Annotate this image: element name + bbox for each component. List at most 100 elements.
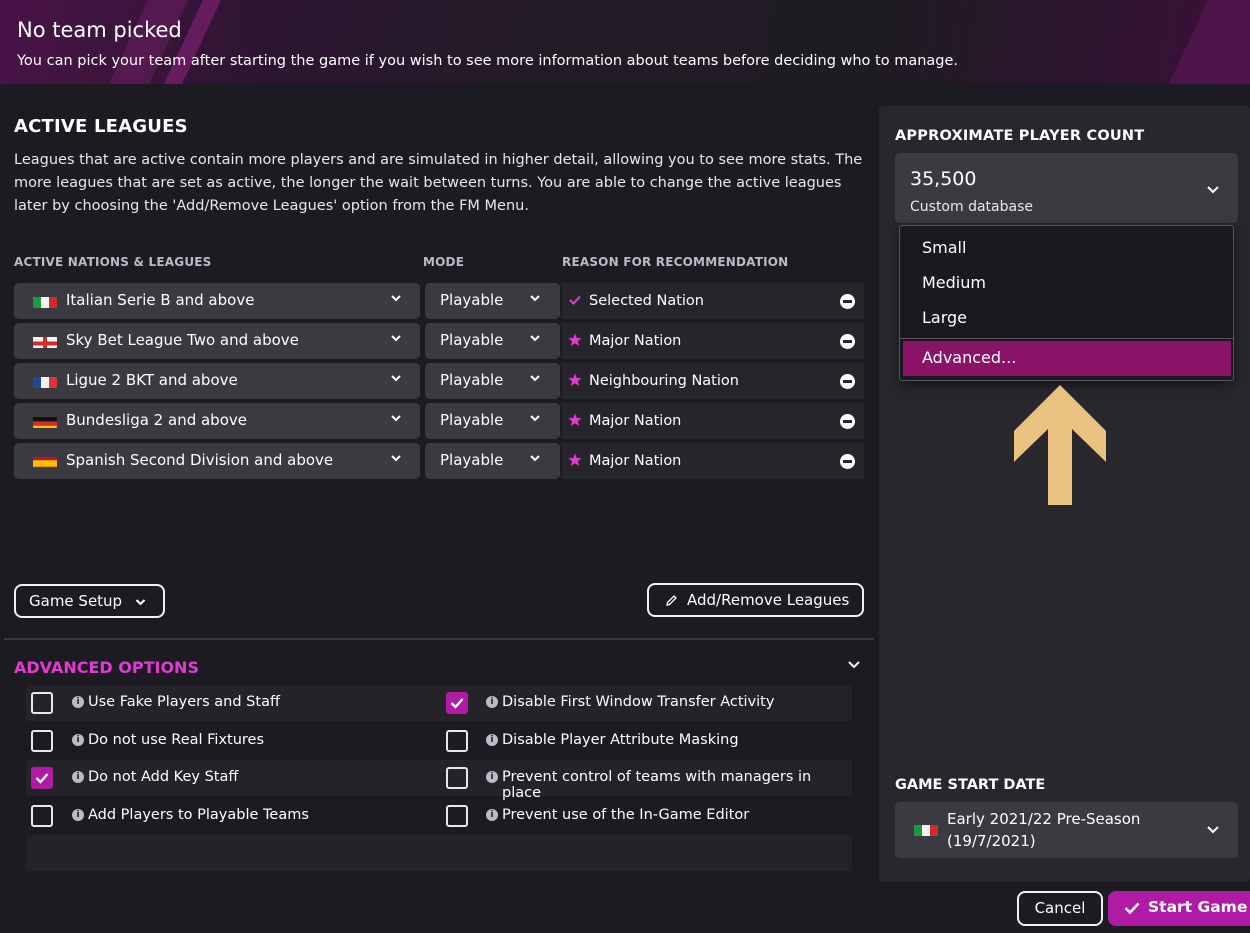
checkmark-icon <box>450 698 464 709</box>
game-start-date-title: GAME START DATE <box>895 777 1046 793</box>
germany-flag-icon <box>33 415 57 428</box>
team-subtitle: You can pick your team after starting th… <box>17 53 959 69</box>
section-divider <box>4 638 874 640</box>
league-name: Sky Bet League Two and above <box>66 331 299 349</box>
league-dropdown[interactable]: Bundesliga 2 and above <box>14 403 420 439</box>
info-icon[interactable]: i <box>72 809 84 821</box>
advanced-options-title: ADVANCED OPTIONS <box>14 658 199 677</box>
star-icon <box>568 373 582 386</box>
menu-item-label: Advanced... <box>922 348 1017 367</box>
fake-players-checkbox[interactable] <box>31 692 53 714</box>
real-fixtures-checkbox[interactable] <box>31 730 53 752</box>
attribute-masking-checkbox[interactable] <box>446 730 468 752</box>
info-icon[interactable]: i <box>486 771 498 783</box>
chevron-down-icon <box>391 295 401 302</box>
game-start-date-line1: Early 2021/22 Pre-Season <box>947 810 1141 828</box>
reason-cell: Major Nation <box>562 443 864 479</box>
league-row: Bundesliga 2 and above Playable Major Na… <box>14 403 864 439</box>
mode-dropdown[interactable]: Playable <box>425 283 560 319</box>
league-dropdown[interactable]: Italian Serie B and above <box>14 283 420 319</box>
in-game-editor-checkbox[interactable] <box>446 805 468 827</box>
reason-text: Major Nation <box>589 333 682 349</box>
option-label: Prevent control of teams with managers i… <box>502 769 812 801</box>
menu-item-medium[interactable]: Medium <box>900 266 1233 301</box>
mode-dropdown[interactable]: Playable <box>425 403 560 439</box>
remove-league-button[interactable] <box>840 334 855 349</box>
info-icon[interactable]: i <box>486 734 498 746</box>
remove-league-button[interactable] <box>840 454 855 469</box>
remove-league-button[interactable] <box>840 294 855 309</box>
league-dropdown[interactable]: Ligue 2 BKT and above <box>14 363 420 399</box>
mode-dropdown[interactable]: Playable <box>425 363 560 399</box>
mode-dropdown[interactable]: Playable <box>425 323 560 359</box>
header-banner: No team picked You can pick your team af… <box>0 0 1250 84</box>
remove-league-button[interactable] <box>840 374 855 389</box>
menu-item-label: Small <box>922 238 967 257</box>
option-row-empty <box>26 835 852 871</box>
column-header-nations: ACTIVE NATIONS & LEAGUES <box>14 255 212 269</box>
mode-label: Playable <box>440 451 504 469</box>
info-icon[interactable]: i <box>72 696 84 708</box>
checkmark-icon <box>35 773 49 784</box>
option-row: i Do not Add Key Staff i Prevent control… <box>26 760 852 801</box>
mode-dropdown[interactable]: Playable <box>425 443 560 479</box>
reason-cell: Neighbouring Nation <box>562 363 864 399</box>
chevron-down-icon <box>530 335 540 342</box>
header-decoration <box>1133 0 1250 84</box>
league-name: Ligue 2 BKT and above <box>66 371 238 389</box>
add-players-checkbox[interactable] <box>31 805 53 827</box>
league-row: Sky Bet League Two and above Playable Ma… <box>14 323 864 359</box>
menu-item-label: Large <box>922 308 968 327</box>
chevron-down-icon[interactable] <box>848 660 860 670</box>
chevron-down-icon <box>530 375 540 382</box>
info-icon[interactable]: i <box>72 771 84 783</box>
italy-flag-icon <box>914 823 938 836</box>
game-start-date-dropdown[interactable]: Early 2021/22 Pre-Season (19/7/2021) <box>895 802 1238 858</box>
chevron-down-icon <box>1207 826 1219 834</box>
start-game-button[interactable]: Start Game <box>1108 891 1250 926</box>
key-staff-checkbox[interactable] <box>31 767 53 789</box>
option-label: Use Fake Players and Staff <box>88 694 280 710</box>
info-icon[interactable]: i <box>72 734 84 746</box>
chevron-down-icon <box>391 415 401 422</box>
remove-league-button[interactable] <box>840 414 855 429</box>
reason-text: Selected Nation <box>589 293 704 309</box>
chevron-down-icon <box>530 295 540 302</box>
star-icon <box>568 333 582 346</box>
reason-cell: Selected Nation <box>562 283 864 319</box>
prevent-control-checkbox[interactable] <box>446 767 468 789</box>
info-icon[interactable]: i <box>486 809 498 821</box>
league-dropdown[interactable]: Spanish Second Division and above <box>14 443 420 479</box>
option-label: Prevent use of the In-Game Editor <box>502 807 750 823</box>
column-header-mode: MODE <box>423 255 465 269</box>
cancel-button[interactable]: Cancel <box>1017 891 1103 926</box>
league-dropdown[interactable]: Sky Bet League Two and above <box>14 323 420 359</box>
menu-item-small[interactable]: Small <box>900 231 1233 266</box>
chevron-down-icon <box>391 375 401 382</box>
menu-item-large[interactable]: Large <box>900 301 1233 336</box>
menu-item-advanced[interactable]: Advanced... <box>903 341 1231 376</box>
game-start-date-line2: (19/7/2021) <box>947 832 1036 850</box>
column-header-reason: REASON FOR RECOMMENDATION <box>562 255 789 269</box>
spain-flag-icon <box>33 455 57 468</box>
add-remove-leagues-label: Add/Remove Leagues <box>687 591 850 609</box>
info-icon[interactable]: i <box>486 696 498 708</box>
league-name: Italian Serie B and above <box>66 291 255 309</box>
pencil-icon <box>666 595 677 606</box>
game-start-date-text: Early 2021/22 Pre-Season (19/7/2021) <box>947 808 1140 852</box>
menu-separator <box>900 338 1233 339</box>
player-count-subtitle: Custom database <box>910 199 1033 215</box>
game-setup-button[interactable]: Game Setup <box>14 584 165 618</box>
menu-item-label: Medium <box>922 273 986 292</box>
chevron-down-icon <box>1207 186 1219 194</box>
england-flag-icon <box>33 335 57 348</box>
chevron-down-icon <box>391 335 401 342</box>
player-count-dropdown[interactable]: 35,500 Custom database <box>895 153 1238 223</box>
option-label: Do not Add Key Staff <box>88 769 239 785</box>
star-icon <box>568 413 582 426</box>
option-label: Disable First Window Transfer Activity <box>502 694 775 710</box>
option-row: i Use Fake Players and Staff i Disable F… <box>26 685 852 721</box>
game-setup-label: Game Setup <box>29 592 123 610</box>
disable-first-window-transfer-checkbox[interactable] <box>446 692 468 714</box>
add-remove-leagues-button[interactable]: Add/Remove Leagues <box>647 583 864 617</box>
